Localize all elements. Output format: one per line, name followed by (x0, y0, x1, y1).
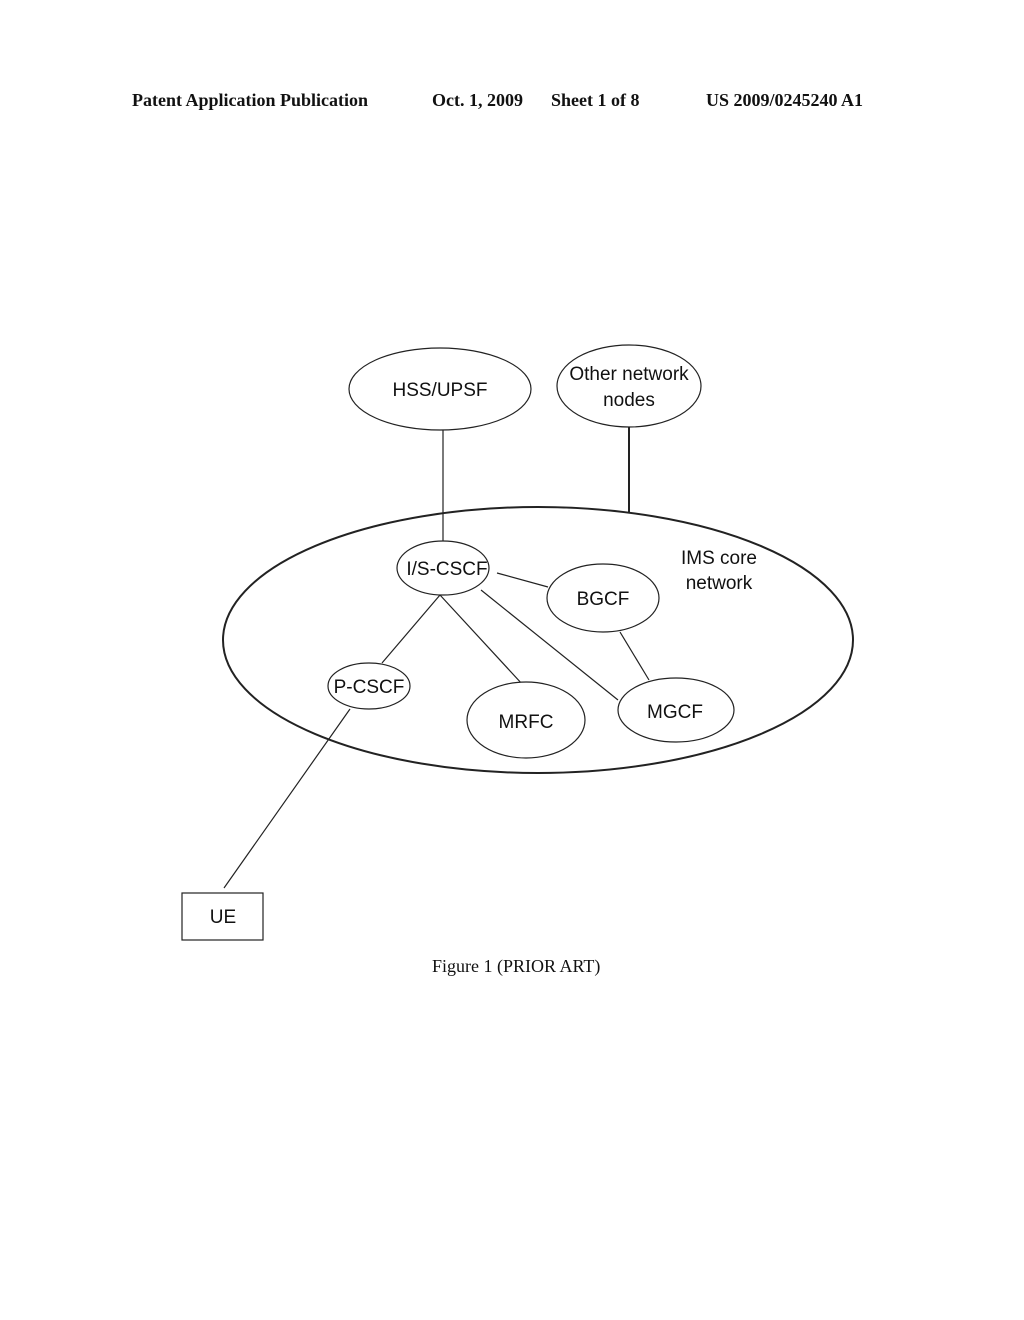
other-nodes-label-line1: Other network (569, 364, 689, 385)
link-bgcf-mgcf (619, 631, 650, 681)
link-iscscf-pcscf (381, 594, 441, 664)
iscscf-label: I/S-CSCF (406, 559, 487, 580)
link-pcscf-ue (223, 708, 351, 889)
network-diagram: HSS/UPSF Other network nodes IMS core ne… (181, 344, 854, 941)
mrfc-label: MRFC (499, 712, 554, 733)
hss-upsf-label: HSS/UPSF (392, 380, 487, 401)
ims-label-line2: network (686, 573, 753, 594)
link-iscscf-mrfc (439, 594, 524, 686)
mgcf-label: MGCF (647, 702, 703, 723)
ue-label: UE (210, 907, 236, 928)
pcscf-label: P-CSCF (334, 677, 405, 698)
bgcf-label: BGCF (577, 589, 630, 610)
ims-label-line1: IMS core (681, 548, 757, 569)
link-iscscf-bgcf (496, 572, 549, 588)
figure-caption: Figure 1 (PRIOR ART) (432, 956, 601, 976)
other-nodes-label-line2: nodes (603, 390, 655, 411)
other-network-nodes-node (556, 344, 702, 428)
